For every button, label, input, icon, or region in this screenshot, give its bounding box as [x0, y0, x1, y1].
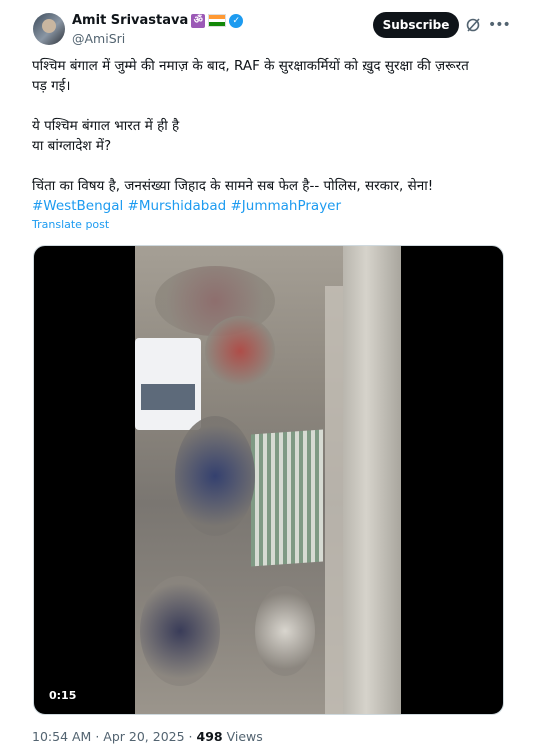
hashtag-link[interactable]: #Murshidabad: [128, 198, 227, 214]
avatar[interactable]: [33, 13, 65, 45]
hashtag-row: #WestBengal #Murshidabad #JummahPrayer: [32, 196, 512, 216]
india-flag-icon: [208, 14, 227, 27]
post-time[interactable]: 10:54 AM: [32, 729, 91, 744]
subscribe-button[interactable]: Subscribe: [373, 12, 459, 38]
grok-icon[interactable]: [464, 16, 482, 34]
om-badge-icon: ॐ: [191, 13, 206, 28]
verified-badge-icon[interactable]: ✓: [229, 13, 244, 28]
hashtag-link[interactable]: #WestBengal: [32, 198, 123, 214]
video-duration: 0:15: [49, 689, 77, 702]
author-name-row[interactable]: Amit Srivastava ॐ ✓: [72, 13, 244, 28]
more-options-icon[interactable]: •••: [488, 16, 511, 34]
meta-separator: ·: [188, 729, 193, 744]
views-count: 498: [196, 729, 223, 744]
author-handle[interactable]: @AmiSri: [72, 31, 125, 46]
hashtag-link[interactable]: #JummahPrayer: [230, 198, 341, 214]
post-date[interactable]: Apr 20, 2025: [103, 729, 184, 744]
post-line: पड़ गई।: [32, 78, 71, 94]
shop-awning: [251, 429, 323, 567]
views-label: Views: [226, 729, 263, 744]
author-name[interactable]: Amit Srivastava: [72, 13, 188, 28]
vehicle: [135, 338, 201, 430]
post-line: पश्चिम बंगाल में जुम्मे की नमाज़ के बाद,…: [32, 58, 469, 74]
post-text: पश्चिम बंगाल में जुम्मे की नमाज़ के बाद,…: [32, 56, 512, 216]
post-line: या बांग्लादेश में?: [32, 138, 112, 154]
translate-post-link[interactable]: Translate post: [32, 218, 109, 231]
post-line: चिंता का विषय है, जनसंख्या जिहाद के सामन…: [32, 178, 434, 194]
video-player[interactable]: 0:15: [33, 245, 504, 715]
post-line: ये पश्चिम बंगाल भारत में ही है: [32, 118, 180, 134]
video-frame: [135, 246, 401, 714]
post-meta: 10:54 AM · Apr 20, 2025 · 498 Views: [32, 729, 263, 744]
meta-separator: ·: [95, 729, 100, 744]
